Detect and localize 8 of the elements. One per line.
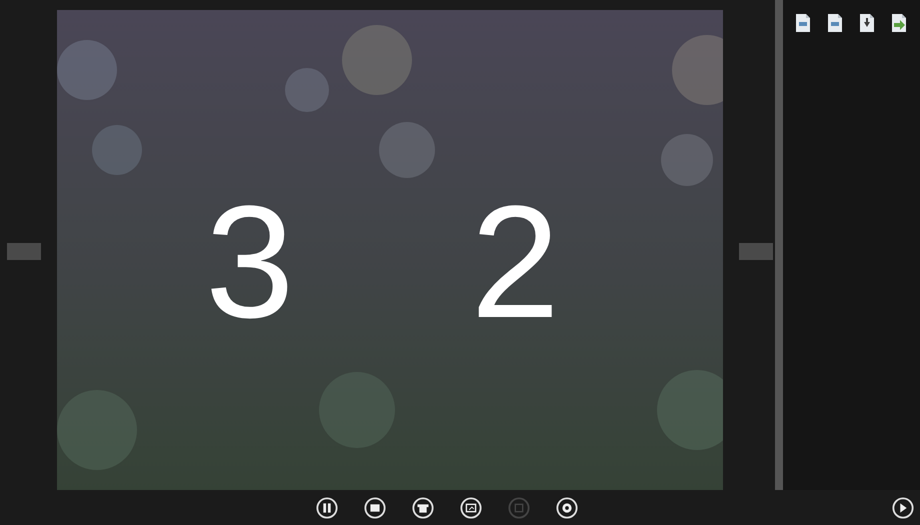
document-icon[interactable] — [891, 12, 907, 34]
play-icon[interactable] — [892, 496, 914, 518]
settings-icon[interactable] — [556, 496, 578, 518]
document-icon[interactable] — [827, 12, 843, 34]
document-icon[interactable] — [859, 12, 875, 34]
slide-number: 3 — [205, 182, 294, 342]
slide-number: 2 — [470, 182, 560, 342]
document-icon[interactable] — [795, 12, 811, 34]
